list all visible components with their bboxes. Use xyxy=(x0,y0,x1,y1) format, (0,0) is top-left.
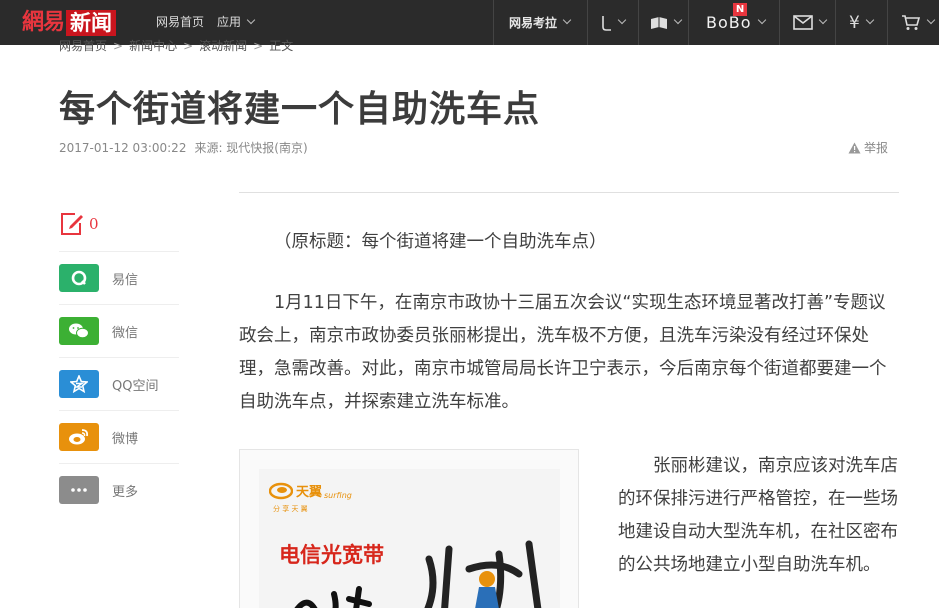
chevron-down-icon xyxy=(757,15,766,24)
share-qzone[interactable]: QQ空间 xyxy=(59,357,179,410)
mobile-menu[interactable] xyxy=(600,0,627,45)
breadcrumb-separator: > xyxy=(183,39,194,53)
ad-brand-en: surfing xyxy=(324,491,352,500)
divider xyxy=(638,0,639,45)
divider xyxy=(887,0,888,45)
breadcrumb-home[interactable]: 网易首页 xyxy=(59,39,107,53)
comment-button[interactable]: 0 xyxy=(59,211,99,237)
chevron-down-icon xyxy=(673,15,683,24)
logo-section: 新闻 xyxy=(66,10,117,36)
ad-brand-name: 天翼 xyxy=(296,485,323,500)
telecom-logo-icon xyxy=(269,482,293,499)
divider xyxy=(688,0,689,45)
divider xyxy=(587,0,588,45)
chevron-down-icon xyxy=(926,15,936,24)
money-icon: ¥ xyxy=(849,12,860,33)
warning-icon xyxy=(848,142,861,153)
article-meta: 2017-01-12 03:00:22 来源: 现代快报(南京) xyxy=(59,139,308,156)
netease-news-logo[interactable]: 網易 新闻 xyxy=(22,8,117,36)
share-label: 易信 xyxy=(112,272,139,288)
chevron-down-icon xyxy=(865,15,875,24)
mail-menu[interactable] xyxy=(793,0,828,45)
chevron-down-icon xyxy=(818,15,828,24)
share-more[interactable]: 更多 xyxy=(59,463,179,516)
chevron-down-icon xyxy=(246,15,256,25)
more-icon xyxy=(59,476,99,504)
wechat-icon xyxy=(59,317,99,345)
publish-time: 2017-01-12 03:00:22 xyxy=(59,141,187,155)
article-source[interactable]: 来源: 现代快报(南京) xyxy=(194,141,307,155)
chevron-down-icon xyxy=(617,15,627,24)
mail-icon xyxy=(793,15,813,30)
ad-calligraphy xyxy=(424,540,542,608)
share-label: 微信 xyxy=(112,325,139,341)
comment-count: 0 xyxy=(89,215,99,233)
kaola-link[interactable]: 网易考拉 xyxy=(509,0,572,45)
breadcrumb-separator: > xyxy=(253,39,264,53)
bobo-new-badge: N xyxy=(733,3,747,16)
ad-brand: 天翼 surfing xyxy=(269,481,352,500)
yixin-icon xyxy=(59,264,99,292)
share-weibo[interactable]: 微博 xyxy=(59,410,179,463)
article-title: 每个街道将建一个自助洗车点 xyxy=(59,89,541,130)
breadcrumb-separator: > xyxy=(113,39,124,53)
advertisement[interactable]: 天翼 surfing 分 享 天 翼 电信光宽带 xyxy=(239,449,579,608)
kaola-label: 网易考拉 xyxy=(509,16,558,30)
chevron-down-icon xyxy=(562,15,572,24)
share-label: 微博 xyxy=(112,431,139,447)
breadcrumb: 网易首页 > 新闻中心 > 滚动新闻 > 正文 xyxy=(59,37,293,54)
ad-tagline: 分 享 天 翼 xyxy=(273,505,308,513)
logo-brand: 網易 xyxy=(22,9,65,35)
ad-calligraphy-left xyxy=(294,586,372,608)
ad-headline: 电信光宽带 xyxy=(279,543,384,567)
finance-menu[interactable]: ¥ xyxy=(849,0,875,45)
reader-menu[interactable] xyxy=(650,0,683,45)
breadcrumb-news-center[interactable]: 新闻中心 xyxy=(129,39,177,53)
report-label: 举报 xyxy=(864,141,889,155)
article-paragraph: 1月11日下午，在南京市政协十三届五次会议“实现生态环境显著改打善”专题议政会上… xyxy=(239,293,887,412)
breadcrumb-rolling-news[interactable]: 滚动新闻 xyxy=(199,39,247,53)
share-label: 更多 xyxy=(112,484,139,500)
article-paragraph: 张丽彬建议，南京应该对洗车店的环保排污进行严格管控，在一些场地建设自动大型洗车机… xyxy=(618,456,898,575)
share-label: QQ空间 xyxy=(112,378,159,394)
phone-icon xyxy=(602,15,611,31)
reader-icon xyxy=(651,16,667,29)
cart-icon xyxy=(902,15,921,30)
share-wechat[interactable]: 微信 xyxy=(59,304,179,357)
weibo-icon xyxy=(59,423,99,451)
comment-edit-icon xyxy=(61,213,83,235)
divider xyxy=(239,192,899,193)
ad-image: 天翼 surfing 分 享 天 翼 电信光宽带 xyxy=(259,469,560,608)
divider xyxy=(493,0,494,45)
cart-menu[interactable] xyxy=(901,0,936,45)
report-link[interactable]: 举报 xyxy=(848,139,888,156)
divider xyxy=(779,0,780,45)
share-yixin[interactable]: 易信 xyxy=(59,251,179,304)
qzone-icon xyxy=(59,370,99,398)
breadcrumb-current: 正文 xyxy=(269,39,294,53)
article-paragraph: （原标题：每个街道将建一个自助洗车点） xyxy=(274,232,607,252)
divider xyxy=(835,0,836,45)
nav-apps-label: 应用 xyxy=(217,15,242,29)
